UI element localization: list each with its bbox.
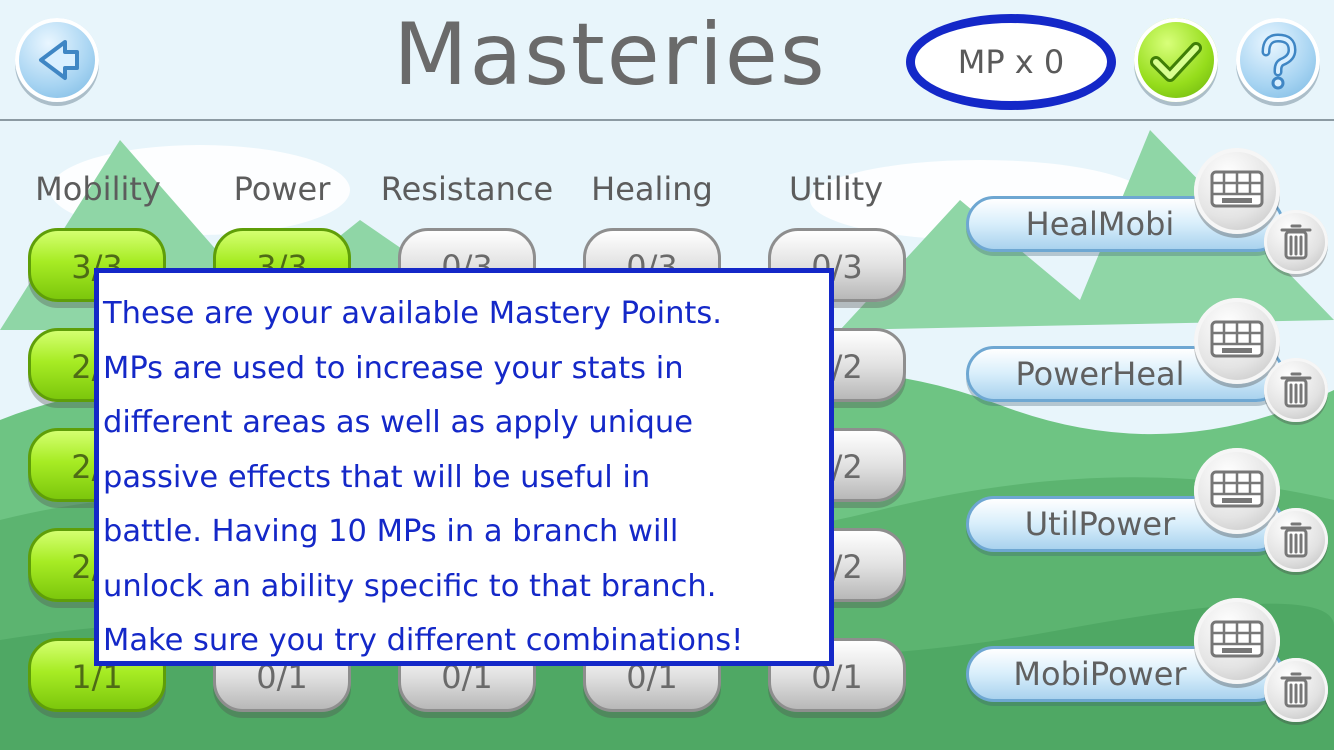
back-button[interactable] <box>15 18 99 102</box>
trash-icon <box>1280 224 1312 260</box>
mp-counter-label: MP x 0 <box>957 43 1065 81</box>
delete-preset-button[interactable] <box>1264 508 1328 572</box>
mp-counter: MP x 0 <box>906 14 1116 110</box>
tutorial-text-line: different areas as well as apply unique <box>103 405 693 440</box>
trash-icon <box>1280 372 1312 408</box>
delete-preset-button[interactable] <box>1264 210 1328 274</box>
trash-icon <box>1280 672 1312 708</box>
tutorial-text-line: passive effects that will be useful in <box>103 459 651 495</box>
confirm-button[interactable] <box>1134 18 1218 102</box>
tutorial-text-line: unlock an ability specific to that branc… <box>103 568 717 604</box>
tutorial-text-line: battle. Having 10 MPs in a branch will <box>103 514 679 549</box>
column-header-resistance: Resistance <box>380 170 554 208</box>
checkmark-icon <box>1150 42 1202 82</box>
tutorial-text-line: These are your available Mastery Points. <box>103 296 722 331</box>
delete-preset-button[interactable] <box>1264 658 1328 722</box>
page-title: Masteries <box>393 5 827 105</box>
column-header-utility: Utility <box>788 170 884 208</box>
help-button[interactable] <box>1236 18 1320 102</box>
header-divider <box>0 119 1334 121</box>
column-header-power: Power <box>233 170 331 208</box>
column-header-mobility: Mobility <box>35 170 161 208</box>
tutorial-text-line: MPs are used to increase your stats in <box>103 350 684 386</box>
column-header-healing: Healing <box>591 170 713 208</box>
question-mark-icon <box>1261 33 1297 90</box>
tutorial-text-line: Make sure you try different combinations… <box>103 623 744 658</box>
delete-preset-button[interactable] <box>1264 358 1328 422</box>
trash-icon <box>1280 522 1312 558</box>
tutorial-dialog[interactable]: These are your available Mastery Points.… <box>94 268 834 666</box>
back-arrow-icon <box>39 40 79 80</box>
